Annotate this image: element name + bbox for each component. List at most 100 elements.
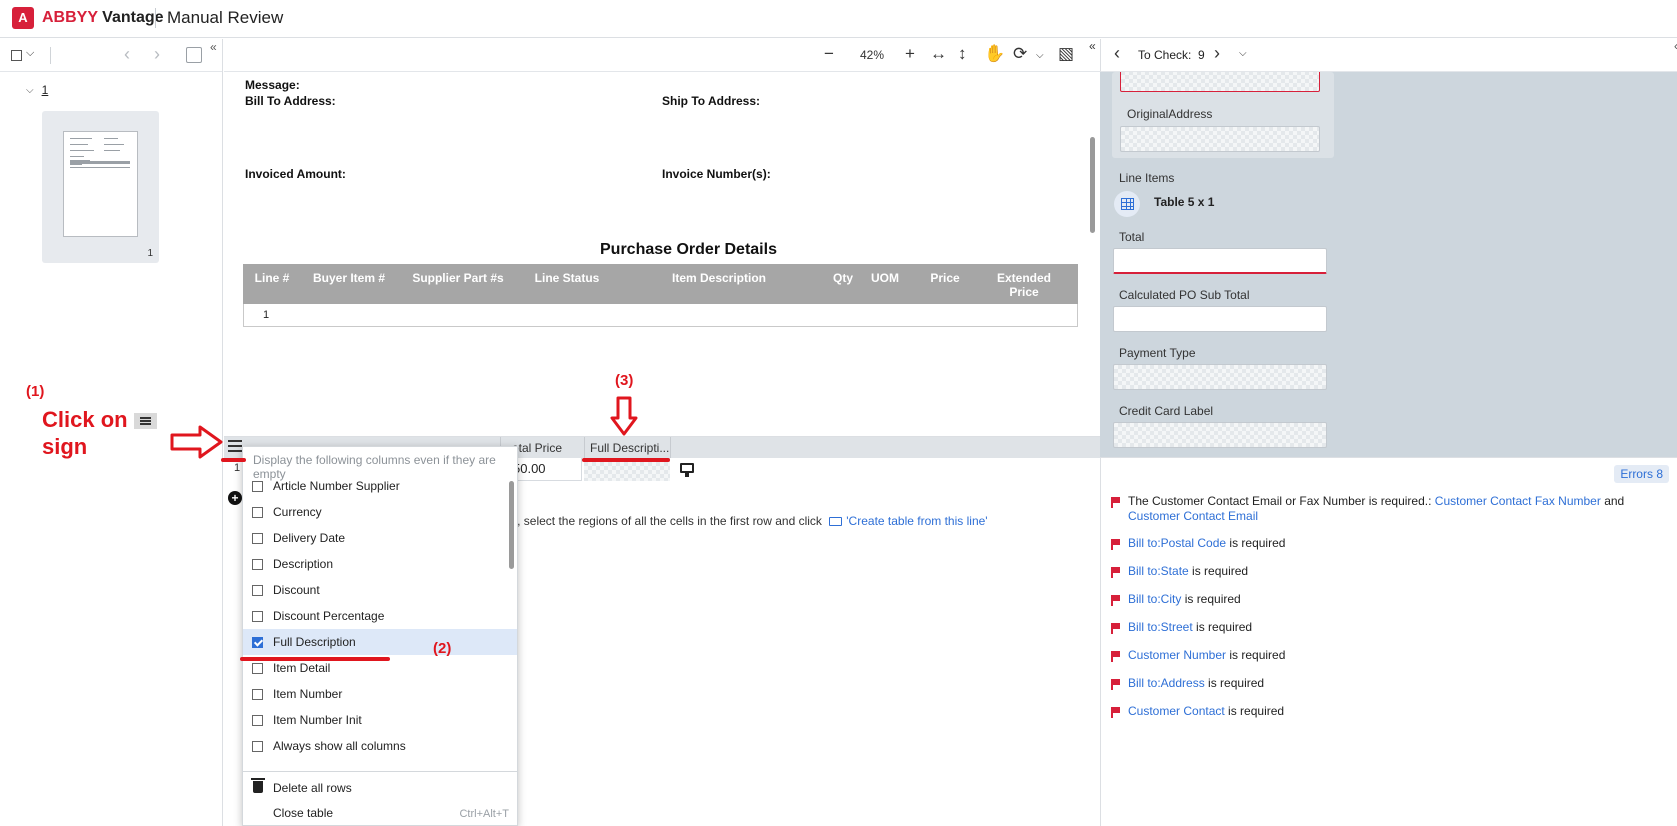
menu-item-label: Item Detail xyxy=(273,661,331,675)
chevron-down-icon[interactable]: ⌵ xyxy=(26,47,34,60)
close-table-item[interactable]: Close table xyxy=(273,806,333,820)
brand-abbyy: ABBYY xyxy=(42,9,98,26)
po-table: Line # Buyer Item # Supplier Part #s Lin… xyxy=(243,264,1078,327)
column-header-total-price[interactable]: otal Price xyxy=(512,441,562,455)
select-all-checkbox[interactable] xyxy=(11,50,22,61)
annotation-sign: sign xyxy=(42,434,88,459)
flag-icon xyxy=(1111,567,1120,578)
po-th: Line Status xyxy=(534,271,600,285)
column-menu-icon[interactable] xyxy=(228,440,242,454)
menu-item-full-description[interactable]: Full Description xyxy=(243,629,517,655)
next-page-icon[interactable]: › xyxy=(154,44,160,65)
zoom-level[interactable]: 42% xyxy=(860,48,884,62)
error-text: is required xyxy=(1228,704,1285,718)
error-link[interactable]: Customer Number xyxy=(1128,648,1226,662)
delete-all-rows-item[interactable]: Delete all rows xyxy=(273,781,352,795)
calc-po-subtotal-field[interactable] xyxy=(1113,306,1327,332)
create-table-link[interactable]: 'Create table from this line' xyxy=(846,514,987,528)
checkbox-checked[interactable] xyxy=(252,637,263,648)
page-group-toggle[interactable]: ⌵ 1 xyxy=(26,83,48,97)
menu-item-label: Delivery Date xyxy=(273,531,346,545)
payment-type-label: Payment Type xyxy=(1119,346,1196,360)
thumbnail-number: 1 xyxy=(147,248,153,259)
viewer-scrollbar[interactable] xyxy=(1090,137,1095,233)
error-link[interactable]: Customer Contact xyxy=(1128,704,1225,718)
checkbox[interactable] xyxy=(252,611,263,622)
create-table-icon[interactable] xyxy=(680,463,694,477)
checkbox[interactable] xyxy=(252,533,263,544)
error-link[interactable]: Bill to:Address xyxy=(1128,676,1205,690)
line-items-table-info[interactable]: Table 5 x 1 xyxy=(1154,195,1214,209)
error-link[interactable]: Customer Contact Fax Number xyxy=(1435,494,1601,508)
menu-item-article-number-supplier[interactable]: Article Number Supplier xyxy=(243,473,517,499)
error-link[interactable]: Customer Contact Email xyxy=(1128,509,1258,523)
list-item: The Customer Contact Email or Fax Number… xyxy=(1109,494,1669,524)
checkbox[interactable] xyxy=(252,663,263,674)
table-icon[interactable] xyxy=(1114,191,1140,217)
next-check-icon[interactable]: › xyxy=(1214,43,1220,64)
error-link[interactable]: Bill to:Street xyxy=(1128,620,1193,634)
total-field[interactable] xyxy=(1113,248,1327,274)
menu-item-discount-percentage[interactable]: Discount Percentage xyxy=(243,603,517,629)
zoom-in-icon[interactable]: + xyxy=(905,44,915,64)
po-th: Line # xyxy=(254,271,290,285)
column-header-full-description[interactable]: Full Descripti... xyxy=(590,441,669,455)
menu-item-currency[interactable]: Currency xyxy=(243,499,517,525)
menu-item-item-number-init[interactable]: Item Number Init xyxy=(243,707,517,733)
fit-height-icon[interactable]: ↕ xyxy=(958,44,967,64)
page-search-icon[interactable] xyxy=(186,47,202,63)
add-row-icon[interactable]: + xyxy=(228,491,242,505)
address-error-field[interactable] xyxy=(1120,72,1320,92)
abbyy-logo-icon: A xyxy=(12,7,34,29)
menu-item-description[interactable]: Description xyxy=(243,551,517,577)
chevron-down-icon[interactable]: ⌵ xyxy=(1036,50,1044,61)
prev-page-icon[interactable]: ‹ xyxy=(124,44,130,65)
address-field-card: OriginalAddress xyxy=(1112,72,1334,158)
chevron-down-icon[interactable]: ⌵ xyxy=(1239,48,1247,59)
column-visibility-menu: Display the following columns even if th… xyxy=(242,446,518,826)
checkbox[interactable] xyxy=(252,481,263,492)
annotation-step-1: (1) xyxy=(26,383,45,400)
checkbox[interactable] xyxy=(252,741,263,752)
rotate-icon[interactable]: ⟳ xyxy=(1013,44,1027,64)
flag-icon xyxy=(1111,497,1120,508)
menu-item-item-number[interactable]: Item Number xyxy=(243,681,517,707)
menu-item-always-show-all[interactable]: Always show all columns xyxy=(243,733,517,759)
menu-item-discount[interactable]: Discount xyxy=(243,577,517,603)
prev-check-icon[interactable]: ‹ xyxy=(1114,43,1120,64)
list-item: Customer Number is required xyxy=(1109,648,1669,663)
error-link[interactable]: Bill to:City xyxy=(1128,592,1181,606)
table-grid-icon xyxy=(1120,198,1134,210)
error-link[interactable]: Bill to:Postal Code xyxy=(1128,536,1226,550)
list-item: Bill to:City is required xyxy=(1109,592,1669,607)
checkbox[interactable] xyxy=(252,689,263,700)
credit-card-label-field[interactable] xyxy=(1113,422,1327,448)
error-text: The Customer Contact Email or Fax Number… xyxy=(1128,494,1432,508)
collapse-left-icon[interactable]: « xyxy=(210,40,217,54)
checkbox[interactable] xyxy=(252,507,263,518)
doc-bill-to-label: Bill To Address: xyxy=(245,94,336,108)
column-divider xyxy=(584,437,585,458)
doc-invoice-numbers-label: Invoice Number(s): xyxy=(662,167,771,181)
menu-item-delivery-date[interactable]: Delivery Date xyxy=(243,525,517,551)
collapse-viewer-icon[interactable]: « xyxy=(1089,39,1096,53)
payment-type-field[interactable] xyxy=(1113,364,1327,390)
hand-tool-icon[interactable]: ✋ xyxy=(984,44,1005,64)
error-link[interactable]: Bill to:State xyxy=(1128,564,1189,578)
total-price-cell[interactable]: 50.00 xyxy=(512,458,582,481)
errors-badge[interactable]: Errors 8 xyxy=(1614,465,1669,483)
line-items-label: Line Items xyxy=(1119,171,1175,185)
flag-icon xyxy=(1111,651,1120,662)
zoom-out-icon[interactable]: − xyxy=(824,44,834,64)
page-thumbnail[interactable]: 1 xyxy=(42,111,159,263)
error-text: is required xyxy=(1229,536,1286,550)
checkbox[interactable] xyxy=(252,559,263,570)
po-table-header: Line # Buyer Item # Supplier Part #s Lin… xyxy=(243,264,1078,304)
original-address-field[interactable] xyxy=(1120,126,1320,152)
menu-item-label: Always show all columns xyxy=(273,739,406,753)
checkbox[interactable] xyxy=(252,585,263,596)
fit-width-icon[interactable]: ↔ xyxy=(930,44,947,64)
menu-scrollbar[interactable] xyxy=(509,481,514,569)
image-edit-icon[interactable]: ▧ xyxy=(1058,44,1074,64)
checkbox[interactable] xyxy=(252,715,263,726)
